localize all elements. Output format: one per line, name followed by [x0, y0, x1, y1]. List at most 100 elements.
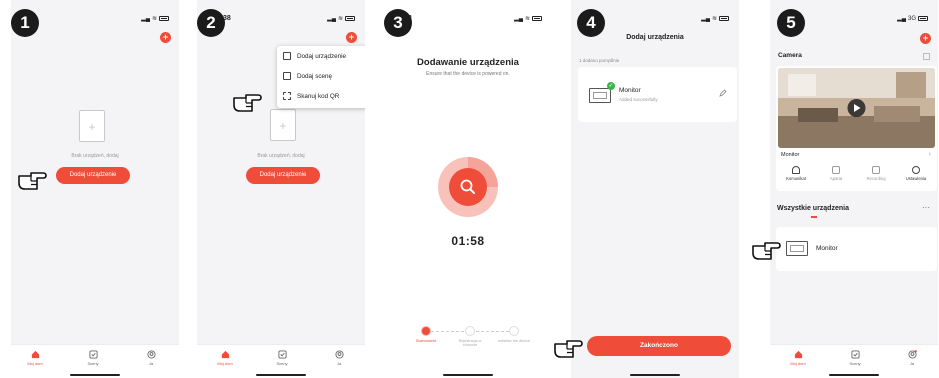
home-icon — [794, 350, 802, 359]
grid-view-icon[interactable] — [923, 53, 930, 60]
monitor-icon — [589, 88, 611, 103]
add-device-button[interactable]: Dodaj urządzenie — [56, 167, 130, 184]
add-menu-popup: Dodaj urządzenie Dodaj scenę Skanuj kod … — [277, 46, 365, 108]
status-bar: ▂▄ ≋ — [701, 15, 729, 22]
action-camera[interactable]: Aparat — [816, 166, 856, 181]
camera-name: Monitor — [781, 152, 800, 158]
finish-button[interactable]: Zakończono — [587, 336, 731, 356]
bell-icon — [792, 166, 800, 174]
menu-item-add-device[interactable]: Dodaj urządzenie — [277, 46, 365, 66]
step-initialize: Initialize the device — [496, 326, 532, 343]
scene-icon — [88, 350, 98, 359]
status-bar: ▂▄ ≋ — [514, 15, 542, 22]
more-options-icon[interactable]: ··· — [922, 203, 930, 212]
scanning-search-icon — [438, 157, 498, 217]
phone-screen-3: 38 ▂▄≋ Dodawanie urządzenia Ensure that … — [384, 0, 552, 378]
step-cloud-registration: Rejestracja w chmurze — [452, 326, 488, 347]
device-name: Monitor — [816, 245, 838, 252]
action-recording[interactable]: Recording — [856, 166, 896, 181]
scene-icon — [283, 72, 291, 80]
home-indicator — [829, 374, 879, 376]
qr-scan-icon — [283, 92, 291, 100]
battery-icon — [532, 16, 542, 21]
tab-home[interactable]: Mój dom — [778, 350, 818, 366]
tab-scenes[interactable]: Sceny — [73, 350, 113, 366]
add-plus-button[interactable]: + — [160, 32, 171, 43]
status-bar: ▂▄ ≋ — [327, 15, 355, 22]
tab-bar: Mój dom Sceny Ja — [11, 344, 179, 378]
device-name: Monitor — [619, 87, 641, 94]
menu-item-scan-qr[interactable]: Skanuj kod QR — [277, 86, 365, 106]
battery-icon — [918, 16, 928, 21]
step-badge-1: 1 — [11, 9, 39, 37]
home-indicator — [443, 374, 493, 376]
home-indicator — [70, 374, 120, 376]
phone-screen-2: 38 ▂▄ ≋ + Dodaj urządzenie Dodaj scenę Sk… — [197, 0, 365, 378]
action-announcement[interactable]: Komunikat — [776, 166, 816, 181]
tab-home[interactable]: Mój dom — [205, 350, 245, 366]
gear-icon — [912, 166, 920, 174]
tab-bar: Mój dom Sceny Ja — [197, 344, 365, 378]
battery-icon — [719, 16, 729, 21]
progress-steps: Skanowanie Rejestracja w chmurze Initial… — [396, 326, 546, 356]
status-bar: ▂▄ ≋ — [141, 15, 169, 22]
tab-home[interactable]: Mój dom — [15, 350, 55, 366]
step-badge-2: 2 — [197, 9, 225, 37]
tab-bar: Mój dom Sceny Ja — [770, 344, 938, 378]
success-check-icon: ✓ — [607, 82, 615, 90]
empty-document-icon — [270, 109, 296, 141]
adding-subtitle: Ensure that the device is powered on. — [426, 71, 510, 77]
added-device-card[interactable]: ✓ Monitor Added successfully — [578, 67, 737, 122]
empty-document-icon — [79, 110, 105, 142]
add-plus-button[interactable]: + — [920, 33, 931, 44]
device-status: Added successfully — [619, 97, 658, 102]
tab-scenes[interactable]: Sceny — [262, 350, 302, 366]
phone-screen-5: ▂▄ 3G + Camera Monitor › Komunikat Aparat… — [770, 0, 938, 378]
tab-me[interactable]: Ja — [319, 350, 359, 366]
monitor-icon — [786, 241, 808, 256]
tab-underline — [811, 216, 817, 218]
add-device-button[interactable]: Dodaj urządzenie — [246, 167, 320, 184]
all-devices-title: Wszystkie urządzenia — [777, 205, 849, 212]
battery-icon — [159, 16, 169, 21]
scene-icon — [277, 350, 287, 359]
adding-title: Dodawanie urządzenia — [417, 57, 519, 68]
add-plus-button[interactable]: + — [346, 32, 357, 43]
pointing-hand-icon — [18, 172, 47, 190]
camera-preview[interactable] — [778, 68, 935, 148]
device-list-item[interactable]: Monitor — [776, 227, 937, 271]
step-badge-4: 4 — [577, 9, 605, 37]
scene-icon — [850, 350, 860, 359]
countdown-timer: 01:58 — [451, 234, 485, 248]
camera-card[interactable]: Monitor › Komunikat Aparat Recording Ust… — [776, 66, 937, 191]
pointing-hand-icon — [752, 242, 781, 260]
battery-icon — [345, 16, 355, 21]
section-label: 1 dodano pomyślnie — [579, 58, 620, 63]
section-title: Camera — [778, 52, 802, 59]
edit-pencil-icon[interactable] — [719, 89, 727, 97]
chevron-right-icon[interactable]: › — [929, 151, 931, 158]
home-indicator — [630, 374, 680, 376]
profile-icon — [334, 350, 344, 359]
camera-icon — [832, 166, 840, 174]
pointing-hand-icon — [233, 94, 262, 112]
step-badge-5: 5 — [777, 9, 805, 37]
home-icon — [221, 350, 229, 359]
home-indicator — [256, 374, 306, 376]
menu-item-add-scene[interactable]: Dodaj scenę — [277, 66, 365, 86]
profile-icon — [907, 350, 917, 359]
camera-preview-image — [778, 68, 935, 148]
profile-icon — [146, 350, 156, 359]
home-icon — [31, 350, 39, 359]
tab-scenes[interactable]: Sceny — [835, 350, 875, 366]
action-settings[interactable]: Ustawienia — [896, 166, 936, 181]
device-icon — [283, 52, 291, 60]
tab-me[interactable]: Ja — [131, 350, 171, 366]
empty-state-text: Brak urządzeń, dodaj — [71, 153, 119, 159]
empty-state-text: Brak urządzeń, dodaj — [257, 153, 305, 159]
video-icon — [872, 166, 880, 174]
status-bar: ▂▄ 3G — [897, 15, 928, 22]
pointing-hand-icon — [554, 340, 583, 358]
tab-me[interactable]: Ja — [892, 350, 932, 366]
phone-screen-4: ▂▄ ≋ Dodaj urządzenia 1 dodano pomyślnie … — [571, 0, 739, 378]
